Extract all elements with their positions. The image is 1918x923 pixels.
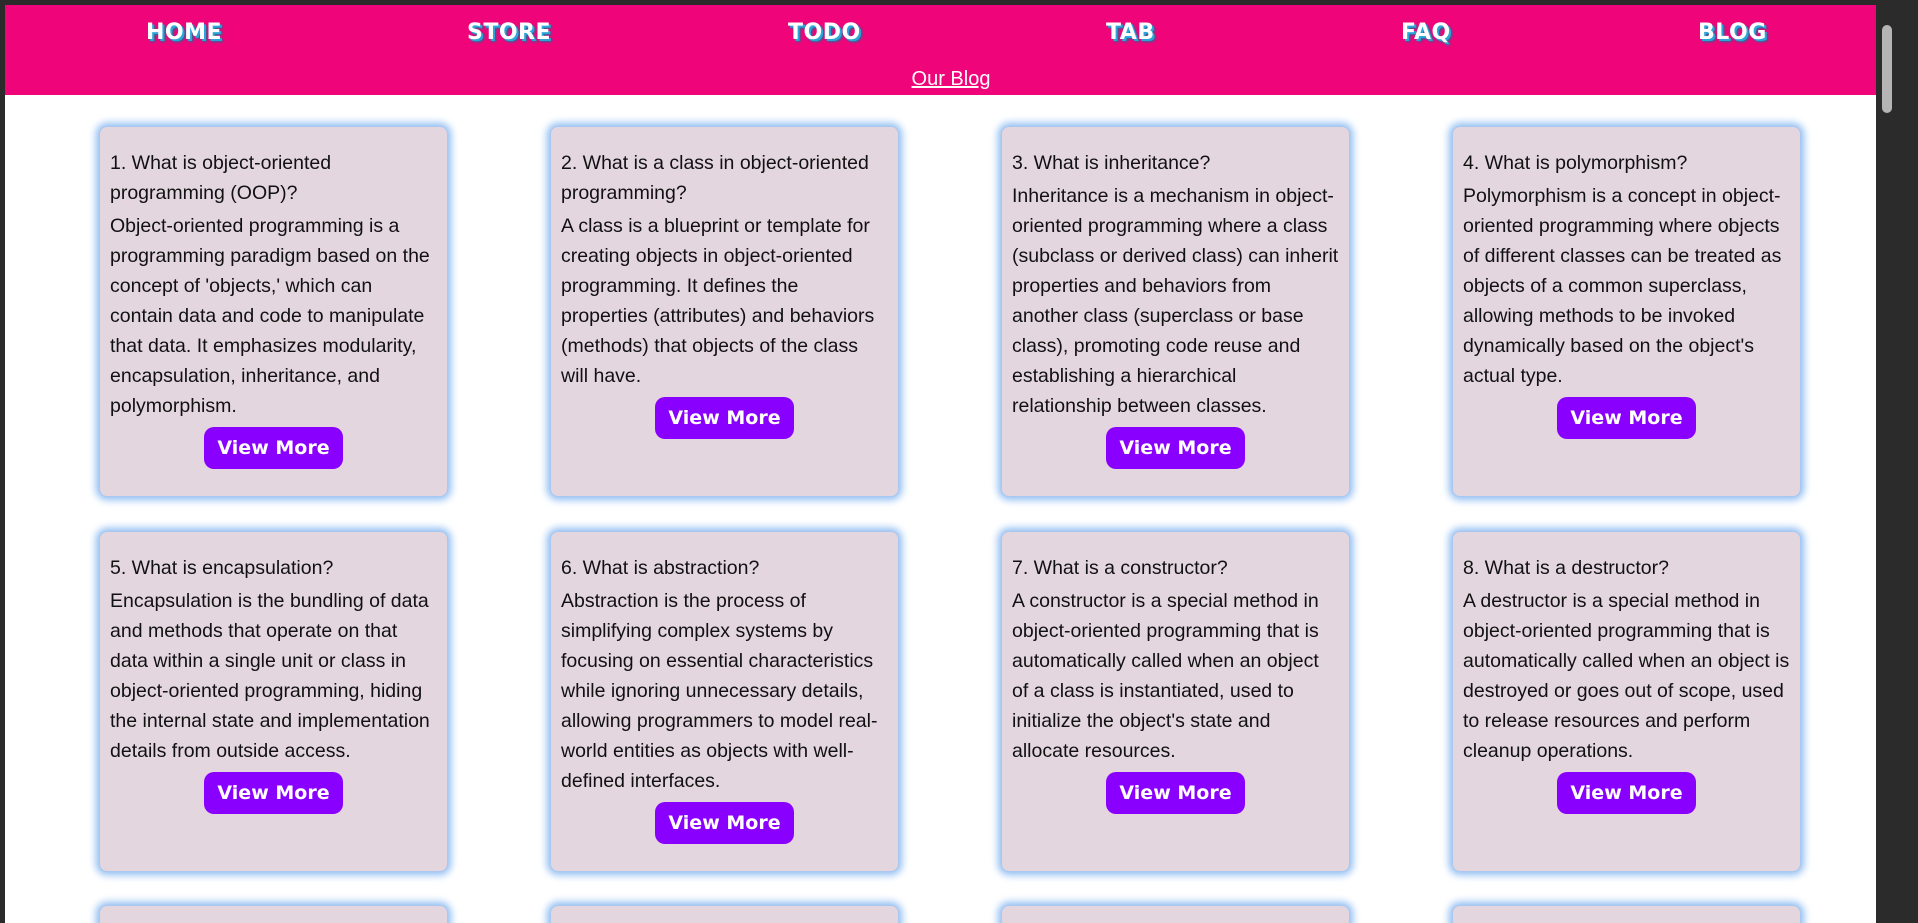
card-title: 3. What is inheritance? (1012, 152, 1211, 174)
scrollbar-thumb[interactable] (1882, 25, 1892, 113)
view-more-button[interactable]: View More (204, 772, 343, 814)
card-actions: View More (110, 427, 437, 469)
view-more-button[interactable]: View More (655, 802, 794, 844)
card-body: Abstraction is the process of simplifyin… (561, 590, 878, 792)
card-body: A destructor is a special method in obje… (1463, 590, 1790, 762)
blog-card: 8. What is a destructor? A destructor is… (1452, 531, 1801, 872)
view-more-button[interactable]: View More (1557, 772, 1696, 814)
vertical-scrollbar[interactable] (1876, 5, 1897, 923)
card-body: A class is a blueprint or template for c… (561, 215, 875, 387)
card-title: 2. What is a class in object-oriented pr… (561, 152, 869, 204)
card-actions: View More (1463, 772, 1790, 814)
view-more-button[interactable]: View More (1106, 772, 1245, 814)
card-title: 7. What is a constructor? (1012, 557, 1228, 579)
card-title: 8. What is a destructor? (1463, 557, 1669, 579)
view-more-button[interactable]: View More (204, 427, 343, 469)
blog-card: 6. What is abstraction? Abstraction is t… (550, 531, 899, 872)
view-more-button[interactable]: View More (1557, 397, 1696, 439)
blog-card: 1. What is object-oriented programming (… (99, 126, 448, 497)
blog-card: 3. What is inheritance? Inheritance is a… (1001, 126, 1350, 497)
card-title: 5. What is encapsulation? (110, 557, 334, 579)
card-title: 6. What is abstraction? (561, 557, 760, 579)
card-body: Encapsulation is the bundling of data an… (110, 590, 430, 762)
view-more-button[interactable]: View More (655, 397, 794, 439)
blog-card: 5. What is encapsulation? Encapsulation … (99, 531, 448, 872)
blog-card: 4. What is polymorphism? Polymorphism is… (1452, 126, 1801, 497)
blog-card-partial (550, 905, 899, 923)
blog-card: 7. What is a constructor? A constructor … (1001, 531, 1350, 872)
card-actions: View More (110, 772, 437, 814)
card-title: 4. What is polymorphism? (1463, 152, 1688, 174)
blog-card-grid: 1. What is object-oriented programming (… (5, 5, 1897, 923)
card-actions: View More (561, 802, 888, 844)
card-title: 1. What is object-oriented programming (… (110, 152, 332, 204)
card-body: A constructor is a special method in obj… (1012, 590, 1319, 762)
blog-card-partial (1001, 905, 1350, 923)
card-actions: View More (1012, 427, 1339, 469)
card-actions: View More (1012, 772, 1339, 814)
card-actions: View More (1463, 397, 1790, 439)
card-body: Inheritance is a mechanism in object-ori… (1012, 185, 1339, 417)
blog-card: 2. What is a class in object-oriented pr… (550, 126, 899, 497)
page-viewport: HOME STORE TODO TAB FAQ BLOG Our Blog 1.… (5, 5, 1897, 923)
blog-card-partial (99, 905, 448, 923)
card-body: Polymorphism is a concept in object-orie… (1463, 185, 1782, 387)
blog-card-partial (1452, 905, 1801, 923)
view-more-button[interactable]: View More (1106, 427, 1245, 469)
card-body: Object-oriented programming is a program… (110, 215, 430, 417)
card-actions: View More (561, 397, 888, 439)
